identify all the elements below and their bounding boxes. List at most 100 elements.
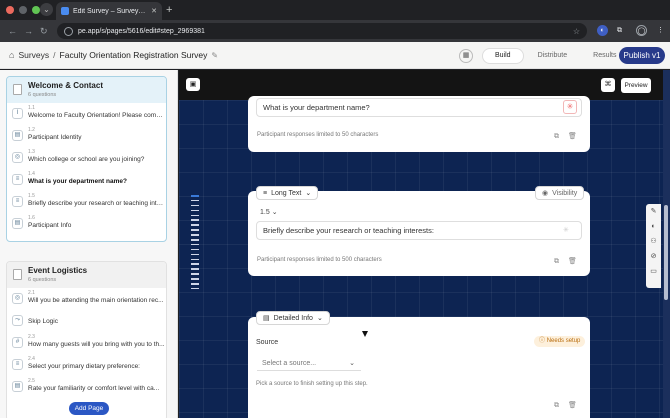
list-item-skip-logic[interactable]: ⤳ Skip Logic [7,310,166,332]
page-card-welcome[interactable]: Welcome & Contact 6 questions I 1.1 Welc… [6,76,167,242]
source-label: Source [256,339,279,346]
list-select-icon: ≡ [12,359,23,370]
breadcrumb: ⌂ Surveys / Faculty Orientation Registra… [9,50,218,60]
comment-icon[interactable]: ▭ [649,267,659,277]
address-bar[interactable]: pe.app/s/pages/5616/edit#step_2969381 ☆ [57,23,587,39]
needs-setup-text: Needs setup [546,338,581,344]
canvas-side-toolbar: ✎ ◐ ⚇ ⊘ ▭ [646,204,661,288]
home-icon[interactable]: ⌂ [9,50,14,60]
list-item[interactable]: ▤ 1.6 Participant Info [7,213,166,235]
forward-arrow-icon[interactable]: → [24,24,33,38]
copy-icon[interactable]: ⧉ [552,132,561,141]
builder-canvas: ▣ ⌘ Preview What is your department name… [179,70,670,418]
tab-distribute[interactable]: Distribute [526,48,580,64]
question-text: Will you be attending the main orientati… [28,297,164,304]
setup-hint: Pick a source to finish setting up this … [256,381,368,387]
page-icon [13,269,22,280]
maximize-window-icon[interactable] [32,6,40,14]
puzzle-icon[interactable]: ⧉ [614,25,625,36]
contact-card-icon: ▤ [12,130,23,141]
version-select[interactable]: 1.5 ⌄ [260,208,278,216]
extension-icon[interactable]: ◐ [597,25,608,36]
trash-icon[interactable]: 🗑 [568,257,577,266]
tab-close-icon[interactable]: ✕ [151,7,157,15]
flow-diagram-icon[interactable]: ⌘ [601,78,615,92]
question-input[interactable]: What is your department name? [256,98,582,117]
profile-icon[interactable]: ◯ [636,25,647,36]
new-tab-button[interactable]: + [166,3,172,17]
list-item[interactable]: ◎ 2.1 Will you be attending the main ori… [7,288,166,310]
back-arrow-icon[interactable]: ← [8,24,17,38]
question-text: Participant Info [28,222,72,229]
panel-toggle-icon[interactable]: ▣ [186,78,200,91]
browser-tab[interactable]: Edit Survey – Survey Everywh ✕ [56,2,162,20]
needs-setup-badge: ⓘ Needs setup [534,336,586,347]
add-page-button[interactable]: Add Page [69,402,109,415]
list-item[interactable]: ◎ 1.3 Which college or school are you jo… [7,147,166,169]
scrollbar-thumb[interactable] [664,205,668,300]
reload-icon[interactable]: ↻ [40,24,48,38]
question-text: What is your department name? [263,103,370,112]
info-card-detailed[interactable]: Source ⓘ Needs setup Select a source... … [248,317,590,418]
source-select[interactable]: Select a source... ⌄ [257,357,361,371]
people-icon[interactable]: ⚇ [649,237,659,247]
tab-build[interactable]: Build [482,48,524,64]
visibility-label: Visibility [552,189,578,197]
trash-icon[interactable]: 🗑 [568,132,577,141]
page-header[interactable]: Welcome & Contact 6 questions [7,77,166,103]
trash-icon[interactable]: 🗑 [568,401,577,410]
sparkle-icon[interactable]: ✳ [563,226,569,234]
radio-choice-icon: ◎ [12,152,23,163]
eye-icon: ◉ [542,190,549,197]
question-type-label: Detailed Info [273,314,313,322]
copy-icon[interactable]: ⧉ [552,401,561,410]
drag-handle-icon[interactable]: ≡ [263,190,267,197]
surveys-link[interactable]: Surveys [18,50,49,60]
question-text: How many guests will you bring with you … [28,341,165,348]
character-limit-hint: Participant responses limited to 50 char… [257,132,379,138]
info-card-icon: ▤ [263,315,270,322]
list-item-selected[interactable]: ≡ 1.4 What is your department name? [7,169,166,191]
list-item[interactable]: ▤ 2.5 Rate your familiarity or comfort l… [7,376,166,398]
question-input[interactable]: Briefly describe your research or teachi… [256,221,582,240]
question-type-label: Long Text [271,189,302,197]
site-info-icon[interactable] [64,26,73,36]
palette-icon[interactable]: ◐ [649,222,659,232]
question-card-research[interactable]: Briefly describe your research or teachi… [248,191,590,276]
question-text: Skip Logic [28,318,58,325]
close-window-icon[interactable] [6,6,14,14]
skip-logic-icon: ⤳ [12,315,23,326]
settings-icon[interactable]: ▦ [459,49,473,63]
browser-tab-bar: ⌄ Edit Survey – Survey Everywh ✕ + [0,0,670,20]
minimize-window-icon[interactable] [19,6,27,14]
magic-wand-icon[interactable]: ✎ [649,207,659,217]
copy-icon[interactable]: ⧉ [552,257,561,266]
list-item[interactable]: ▤ 1.2 Participant Identity [7,125,166,147]
select-placeholder: Select a source... [262,360,317,367]
number-icon: # [12,337,23,348]
info-icon: ⓘ [539,338,546,344]
tab-search-chevron-icon[interactable]: ⌄ [40,3,53,16]
question-type-pill[interactable]: ▤ Detailed Info ⌄ [256,311,330,325]
list-item[interactable]: ≡ 2.4 Select your primary dietary prefer… [7,354,166,376]
browser-toolbar: ← → ↻ pe.app/s/pages/5616/edit#step_2969… [0,20,670,42]
visibility-button[interactable]: ◉ Visibility [535,186,585,200]
page-icon [13,84,22,95]
question-card-department[interactable]: What is your department name? ✳ Particip… [248,96,590,152]
page-card-logistics[interactable]: Event Logistics 6 questions ◎ 2.1 Will y… [6,261,167,418]
preview-button[interactable]: Preview [621,78,651,93]
list-item[interactable]: ≡ 1.5 Briefly describe your research or … [7,191,166,213]
list-item[interactable]: I 1.1 Welcome to Faculty Orientation! Pl… [7,103,166,125]
more-vert-icon[interactable]: ⋮ [655,25,666,36]
edit-pencil-icon[interactable]: ✎ [211,51,218,60]
page-header[interactable]: Event Logistics 6 questions [7,262,166,288]
contact-card-icon: ▤ [12,218,23,229]
question-type-pill[interactable]: ≡ Long Text ⌄ [256,186,319,200]
question-text: Select your primary dietary preference: [28,363,140,370]
sparkle-icon[interactable]: ✳ [563,100,577,114]
star-icon[interactable]: ☆ [573,27,580,36]
compass-icon[interactable]: ⊘ [649,252,659,262]
step-ruler [191,195,199,293]
list-item[interactable]: # 2.3 How many guests will you bring wit… [7,332,166,354]
publish-button[interactable]: Publish v1 [619,47,665,64]
